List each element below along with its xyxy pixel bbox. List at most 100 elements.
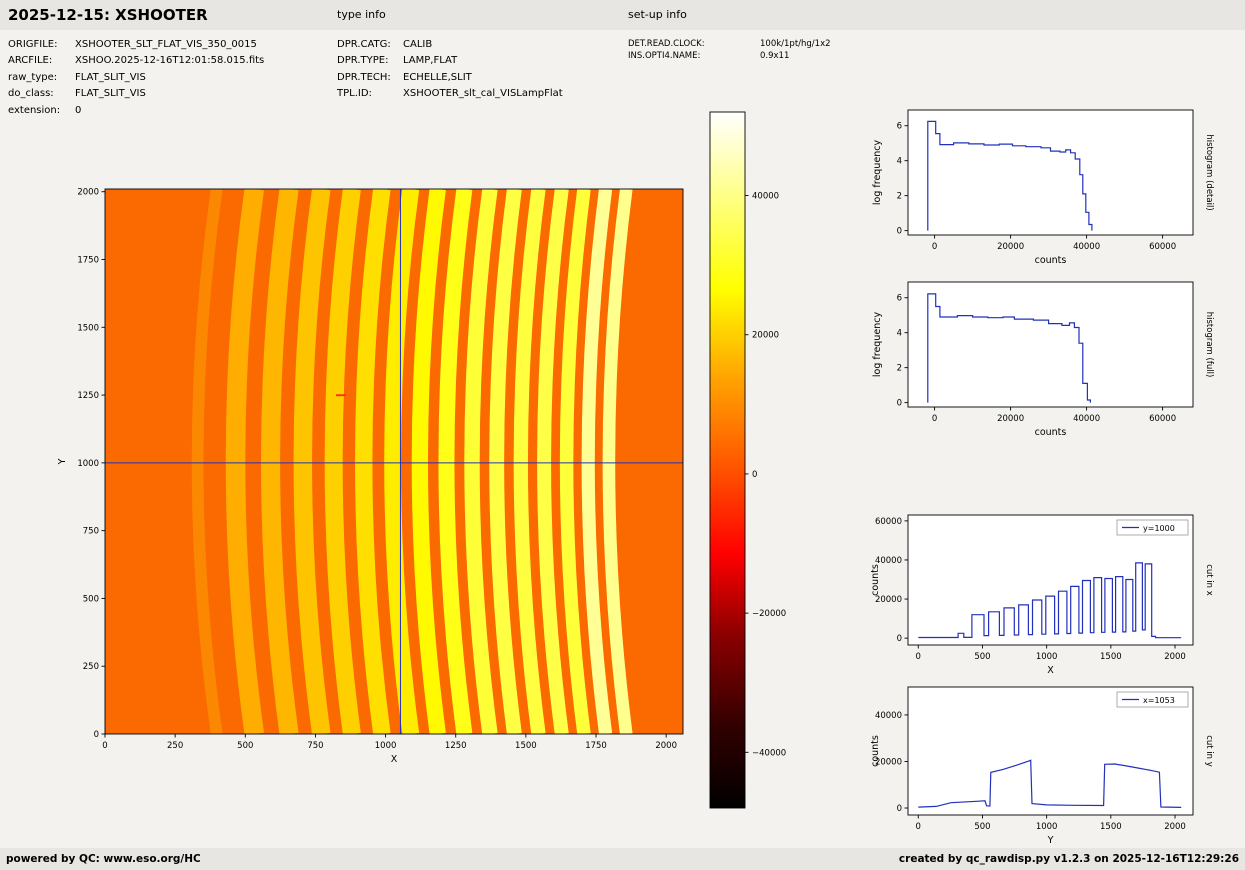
field-label: raw_type: xyxy=(8,71,58,83)
svg-text:60000: 60000 xyxy=(1149,242,1176,252)
svg-text:1500: 1500 xyxy=(515,741,537,751)
svg-text:250: 250 xyxy=(83,662,99,672)
svg-text:0: 0 xyxy=(897,399,902,409)
footer-credit-right: created by qc_rawdisp.py v1.2.3 on 2025-… xyxy=(898,853,1239,865)
svg-text:0: 0 xyxy=(752,470,757,480)
svg-text:1000: 1000 xyxy=(77,459,99,469)
field-label: DPR.CATG: xyxy=(337,39,391,50)
svg-text:Y: Y xyxy=(57,458,68,465)
svg-text:0: 0 xyxy=(897,634,902,644)
field-value: ECHELLE,SLIT xyxy=(403,71,472,83)
svg-text:1250: 1250 xyxy=(445,741,467,751)
svg-text:40000: 40000 xyxy=(1073,414,1100,424)
svg-text:1750: 1750 xyxy=(77,255,99,265)
svg-text:4: 4 xyxy=(897,329,902,339)
svg-text:log frequency: log frequency xyxy=(872,140,883,206)
page-title: 2025-12-15: XSHOOTER xyxy=(8,6,208,24)
svg-text:log frequency: log frequency xyxy=(872,312,883,378)
svg-text:1000: 1000 xyxy=(375,741,397,751)
svg-text:counts: counts xyxy=(870,735,881,767)
svg-text:500: 500 xyxy=(974,822,990,832)
colorbar-gradient xyxy=(710,112,745,808)
svg-text:−20000: −20000 xyxy=(752,609,786,619)
setup-info-heading: set-up info xyxy=(628,8,687,21)
svg-text:6: 6 xyxy=(897,122,902,132)
svg-text:cut in y: cut in y xyxy=(1204,735,1214,767)
svg-text:1000: 1000 xyxy=(1036,822,1058,832)
svg-text:40000: 40000 xyxy=(1073,242,1100,252)
svg-text:0: 0 xyxy=(916,822,921,832)
histogram-detail-chart: 0 20000 40000 60000 0 2 4 6 counts log frequency h… xyxy=(872,109,1214,266)
svg-text:cut in x: cut in x xyxy=(1204,564,1214,596)
type-info-block: DPR.CATG: CALIB DPR.TYPE: LAMP,FLAT DPR.TE… xyxy=(337,37,563,103)
colorbar: 40000 20000 0 −20000 −40000 xyxy=(709,111,786,809)
svg-text:1750: 1750 xyxy=(585,741,607,751)
meta-row: DPR.TECH: ECHELLE,SLIT xyxy=(337,70,563,86)
svg-text:−40000: −40000 xyxy=(752,748,786,758)
svg-text:2000: 2000 xyxy=(77,188,99,198)
field-value: FLAT_SLIT_VIS xyxy=(75,88,146,100)
svg-text:20000: 20000 xyxy=(752,331,779,341)
field-label: DPR.TECH: xyxy=(337,71,391,83)
svg-text:60000: 60000 xyxy=(1149,414,1176,424)
svg-text:60000: 60000 xyxy=(875,517,902,527)
meta-row: DPR.CATG: CALIB xyxy=(337,37,563,53)
svg-text:histogram (full): histogram (full) xyxy=(1204,312,1214,378)
svg-text:x=1053: x=1053 xyxy=(1143,696,1175,705)
meta-row: DPR.TYPE: LAMP,FLAT xyxy=(337,53,563,69)
svg-text:500: 500 xyxy=(83,594,99,604)
svg-text:750: 750 xyxy=(83,527,99,537)
svg-text:6: 6 xyxy=(897,294,902,304)
svg-text:250: 250 xyxy=(167,741,183,751)
svg-text:0: 0 xyxy=(916,652,921,662)
cut-in-x-chart: 0 500 1000 1500 20000200004000060000Xcounts c… xyxy=(870,514,1214,676)
svg-text:0: 0 xyxy=(102,741,107,751)
svg-text:500: 500 xyxy=(237,741,253,751)
meta-row: ORIGFILE: XSHOOTER_SLT_FLAT_VIS_350_0015 xyxy=(8,37,264,53)
field-value: XSHOOTER_slt_cal_VISLampFlat xyxy=(403,88,563,100)
main-image-chart: 0 250 500 750 1000 1250 1500 1750 2000 0 250 500 750… xyxy=(57,188,684,765)
svg-text:Y: Y xyxy=(1047,835,1054,846)
svg-text:y=1000: y=1000 xyxy=(1143,524,1175,533)
field-label: DPR.TYPE: xyxy=(337,55,389,67)
svg-text:2: 2 xyxy=(897,192,902,202)
svg-text:1000: 1000 xyxy=(1036,652,1058,662)
field-value: XSHOO.2025-12-16T12:01:58.015.fits xyxy=(75,55,265,67)
svg-text:750: 750 xyxy=(307,741,323,751)
svg-text:counts: counts xyxy=(870,564,881,596)
svg-text:500: 500 xyxy=(974,652,990,662)
svg-text:counts: counts xyxy=(1035,427,1067,438)
svg-text:counts: counts xyxy=(1035,255,1067,266)
meta-row: DET.READ.CLOCK: 100k/1pt/hg/1x2 xyxy=(628,39,831,51)
meta-row: raw_type: FLAT_SLIT_VIS xyxy=(8,70,264,86)
field-value: CALIB xyxy=(403,39,433,50)
svg-text:2000: 2000 xyxy=(655,741,677,751)
svg-text:0: 0 xyxy=(932,242,937,252)
plot-area xyxy=(908,282,1193,407)
svg-text:0: 0 xyxy=(897,227,902,237)
footer-bar: powered by QC: www.eso.org/HC created by… xyxy=(0,848,1245,870)
svg-text:1250: 1250 xyxy=(77,391,99,401)
svg-text:X: X xyxy=(391,754,398,765)
header-bar: 2025-12-15: XSHOOTER type info set-up in… xyxy=(0,0,1245,30)
field-value: 100k/1pt/hg/1x2 xyxy=(760,39,831,49)
setup-info-block: DET.READ.CLOCK: 100k/1pt/hg/1x2 INS.OPTI4… xyxy=(628,39,831,62)
field-label: ORIGFILE: xyxy=(8,39,58,50)
cut-in-y-chart: 0 500 1000 1500 200002000040000Ycounts cut in… xyxy=(870,686,1214,846)
svg-text:40000: 40000 xyxy=(752,192,779,202)
field-label: ARCFILE: xyxy=(8,55,53,67)
svg-text:1500: 1500 xyxy=(1100,652,1122,662)
meta-row: ARCFILE: XSHOO.2025-12-16T12:01:58.015.fi… xyxy=(8,53,264,69)
svg-text:0: 0 xyxy=(932,414,937,424)
svg-text:1500: 1500 xyxy=(77,323,99,333)
histogram-full-chart: 0 20000 40000 60000 0 2 4 6 counts log frequency h… xyxy=(872,281,1214,438)
field-label: DET.READ.CLOCK: xyxy=(628,39,705,49)
svg-text:2000: 2000 xyxy=(1164,652,1186,662)
svg-text:20000: 20000 xyxy=(997,414,1024,424)
svg-text:2000: 2000 xyxy=(1164,822,1186,832)
qc-report-page: 2025-12-15: XSHOOTER type info set-up in… xyxy=(0,0,1245,870)
field-value: LAMP,FLAT xyxy=(403,55,458,67)
detector-defect xyxy=(335,394,346,397)
type-info-heading: type info xyxy=(337,8,386,21)
svg-text:2: 2 xyxy=(897,364,902,374)
